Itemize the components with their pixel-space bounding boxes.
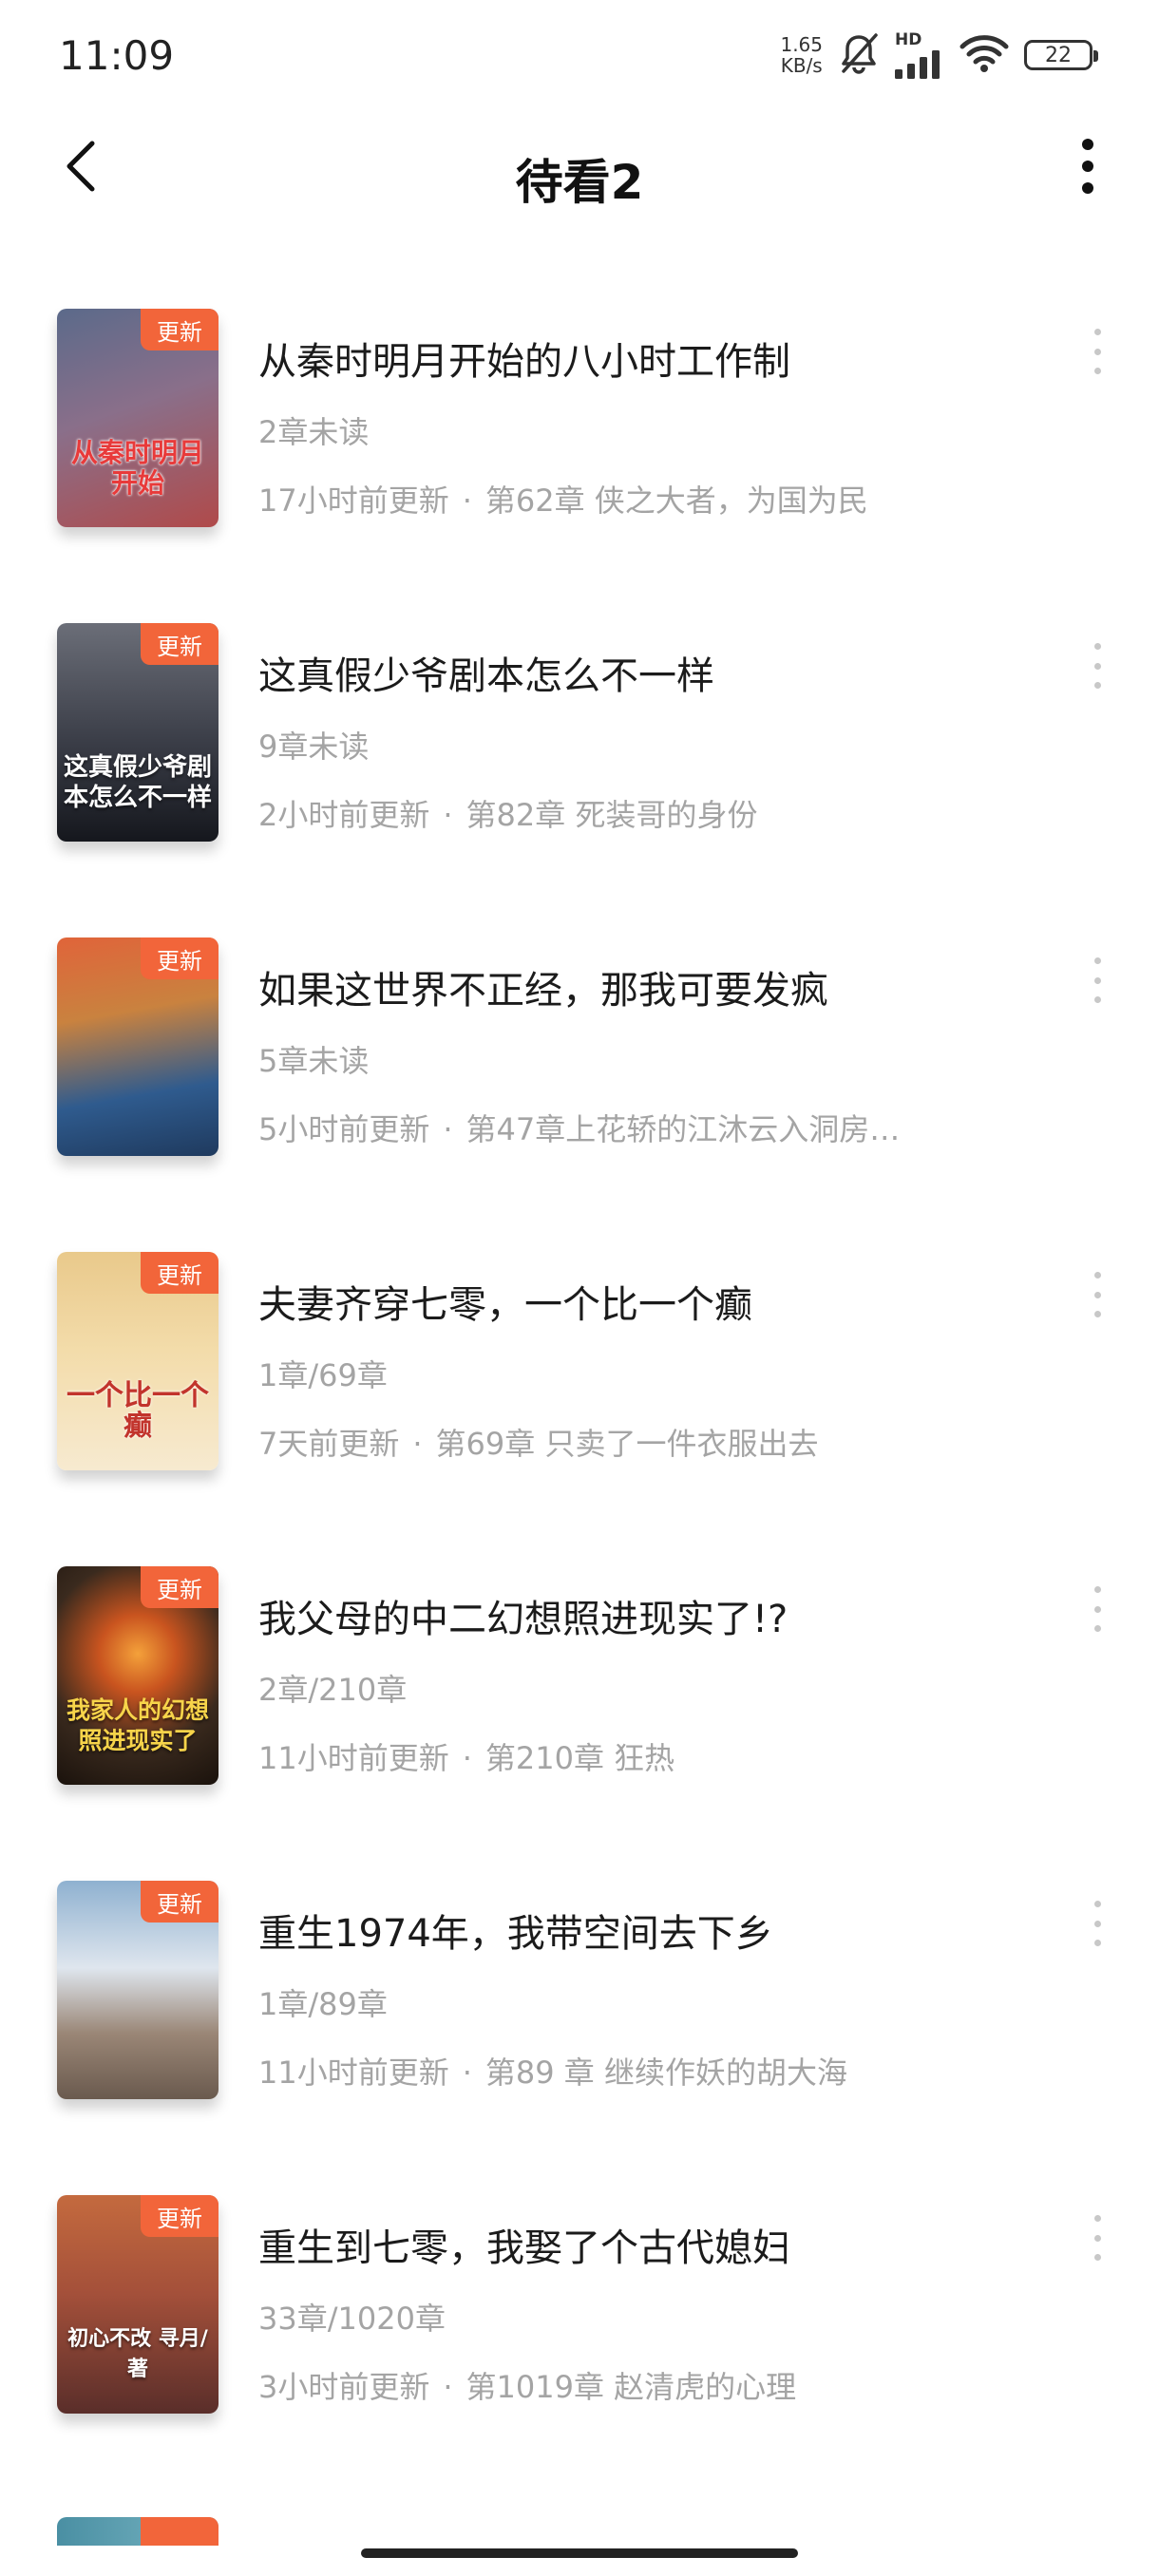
update-badge: 更新 (141, 2195, 218, 2237)
update-time: 7天前更新 (258, 1426, 400, 1462)
latest-chapter: 第82章 死装哥的身份 (466, 797, 758, 833)
reading-progress: 2章未读 (258, 414, 370, 450)
reading-progress: 9章未读 (258, 729, 370, 765)
separator-dot: · (462, 483, 472, 519)
update-info: 11小时前更新 · 第89 章 继续作妖的胡大海 (258, 2049, 999, 2093)
book-list: 从秦时明月开始 更新 从秦时明月开始的八小时工作制 2章未读 17小时前更新 · 第… (0, 294, 1159, 2495)
update-badge-partial (141, 2517, 218, 2546)
latest-chapter: 第1019章 赵清虎的心理 (466, 2369, 797, 2405)
more-options-button[interactable] (1064, 135, 1112, 201)
update-time: 5小时前更新 (258, 1111, 430, 1147)
update-badge: 更新 (141, 938, 218, 979)
book-title[interactable]: 我父母的中二幻想照进现实了!? (258, 1588, 788, 1643)
item-menu-button[interactable] (1083, 1586, 1112, 1632)
update-time: 11小时前更新 (258, 1740, 449, 1776)
reading-progress: 5章未读 (258, 1043, 370, 1079)
home-indicator[interactable] (361, 2548, 798, 2558)
status-icons: 1.65 KB/s HD 22 (780, 28, 1098, 82)
book-title[interactable]: 重生到七零，我娶了个古代媳妇 (258, 2217, 790, 2272)
update-time: 2小时前更新 (258, 797, 430, 833)
battery-indicator: 22 (1024, 40, 1098, 70)
separator-dot: · (443, 2369, 453, 2405)
cover-title-art: 这真假少爷剧本怎么不一样 (63, 753, 212, 812)
book-list-item[interactable]: 这真假少爷剧本怎么不一样 更新 这真假少爷剧本怎么不一样 9章未读 2小时前更新… (0, 609, 1159, 923)
item-menu-button[interactable] (1083, 2215, 1112, 2261)
update-time: 11小时前更新 (258, 2055, 449, 2091)
reading-progress: 1章/89章 (258, 1986, 388, 2022)
wifi-icon (960, 33, 1009, 77)
network-speed-unit: KB/s (780, 54, 823, 77)
network-type-label: HD (895, 30, 922, 49)
status-bar: 11:09 1.65 KB/s HD 22 (0, 0, 1159, 114)
book-cover-partial[interactable] (57, 2517, 218, 2546)
more-vertical-icon (1081, 138, 1094, 199)
book-list-item[interactable]: 一个比一个癫 更新 夫妻齐穿七零，一个比一个癫 1章/69章 7天前更新 · 第69… (0, 1238, 1159, 1552)
app-header: 待看2 (0, 114, 1159, 228)
book-cover[interactable]: 这真假少爷剧本怎么不一样 更新 (57, 623, 218, 842)
cover-title-art: 一个比一个癫 (66, 1379, 209, 1443)
latest-chapter: 第47章上花轿的江沐云入洞房… (466, 1111, 901, 1147)
update-info: 11小时前更新 · 第210章 狂热 (258, 1734, 999, 1778)
separator-dot: · (462, 2055, 472, 2091)
latest-chapter: 第62章 侠之大者，为国为民 (484, 483, 868, 519)
network-speed-value: 1.65 (780, 33, 823, 56)
book-title[interactable]: 如果这世界不正经，那我可要发疯 (258, 959, 828, 1014)
update-info: 5小时前更新 · 第47章上花轿的江沐云入洞房… (258, 1106, 999, 1149)
update-time: 3小时前更新 (258, 2369, 430, 2405)
update-time: 17小时前更新 (258, 483, 449, 519)
battery-level: 22 (1045, 43, 1072, 67)
page-title: 待看2 (515, 155, 644, 210)
cover-title-art: 从秦时明月开始 (70, 437, 204, 499)
book-list-item[interactable]: 从秦时明月开始 更新 从秦时明月开始的八小时工作制 2章未读 17小时前更新 · 第… (0, 294, 1159, 609)
network-speed: 1.65 KB/s (780, 34, 823, 76)
separator-dot: · (443, 1111, 453, 1147)
item-menu-button[interactable] (1083, 957, 1112, 1003)
book-cover[interactable]: 一个比一个癫 更新 (57, 1252, 218, 1470)
book-title[interactable]: 从秦时明月开始的八小时工作制 (258, 331, 790, 386)
update-info: 2小时前更新 · 第82章 死装哥的身份 (258, 791, 999, 835)
update-badge: 更新 (141, 623, 218, 665)
update-info: 3小时前更新 · 第1019章 赵清虎的心理 (258, 2363, 999, 2407)
book-cover[interactable]: 更新 (57, 938, 218, 1156)
item-menu-button[interactable] (1083, 329, 1112, 374)
book-title[interactable]: 重生1974年，我带空间去下乡 (258, 1903, 773, 1958)
cover-title-art: 我家人的幻想照进现实了 (66, 1696, 209, 1754)
book-list-item[interactable]: 初心不改 寻月/著 更新 重生到七零，我娶了个古代媳妇 33章/1020章 3小… (0, 2181, 1159, 2495)
item-menu-button[interactable] (1083, 1901, 1112, 1946)
reading-progress: 1章/69章 (258, 1357, 388, 1393)
latest-chapter: 第69章 只卖了一件衣服出去 (435, 1426, 819, 1462)
separator-dot: · (412, 1426, 423, 1462)
item-menu-button[interactable] (1083, 643, 1112, 689)
update-badge: 更新 (141, 1881, 218, 1923)
book-list-item[interactable]: 更新 如果这世界不正经，那我可要发疯 5章未读 5小时前更新 · 第47章上花轿的江… (0, 923, 1159, 1238)
book-cover[interactable]: 初心不改 寻月/著 更新 (57, 2195, 218, 2414)
update-badge: 更新 (141, 1252, 218, 1294)
book-title[interactable]: 这真假少爷剧本怎么不一样 (258, 645, 714, 700)
reading-progress: 2章/210章 (258, 1672, 408, 1708)
bell-muted-icon (838, 31, 880, 79)
cover-title-art: 初心不改 寻月/著 (67, 2327, 208, 2381)
book-cover[interactable]: 从秦时明月开始 更新 (57, 309, 218, 527)
status-time: 11:09 (59, 32, 175, 79)
latest-chapter: 第89 章 继续作妖的胡大海 (484, 2055, 847, 2091)
separator-dot: · (462, 1740, 472, 1776)
book-cover[interactable]: 更新 (57, 1881, 218, 2099)
item-menu-button[interactable] (1083, 1272, 1112, 1317)
book-list-item[interactable]: 我家人的幻想照进现实了 更新 我父母的中二幻想照进现实了!? 2章/210章 1… (0, 1552, 1159, 1866)
reading-progress: 33章/1020章 (258, 2301, 446, 2337)
update-info: 7天前更新 · 第69章 只卖了一件衣服出去 (258, 1420, 999, 1464)
book-list-item[interactable]: 更新 重生1974年，我带空间去下乡 1章/89章 11小时前更新 · 第89 章 … (0, 1866, 1159, 2181)
cell-signal-icon: HD (895, 31, 944, 79)
latest-chapter: 第210章 狂热 (484, 1740, 675, 1776)
update-badge: 更新 (141, 309, 218, 350)
book-cover[interactable]: 我家人的幻想照进现实了 更新 (57, 1566, 218, 1785)
separator-dot: · (443, 797, 453, 833)
update-info: 17小时前更新 · 第62章 侠之大者，为国为民 (258, 477, 999, 521)
book-title[interactable]: 夫妻齐穿七零，一个比一个癫 (258, 1274, 752, 1329)
update-badge: 更新 (141, 1566, 218, 1608)
